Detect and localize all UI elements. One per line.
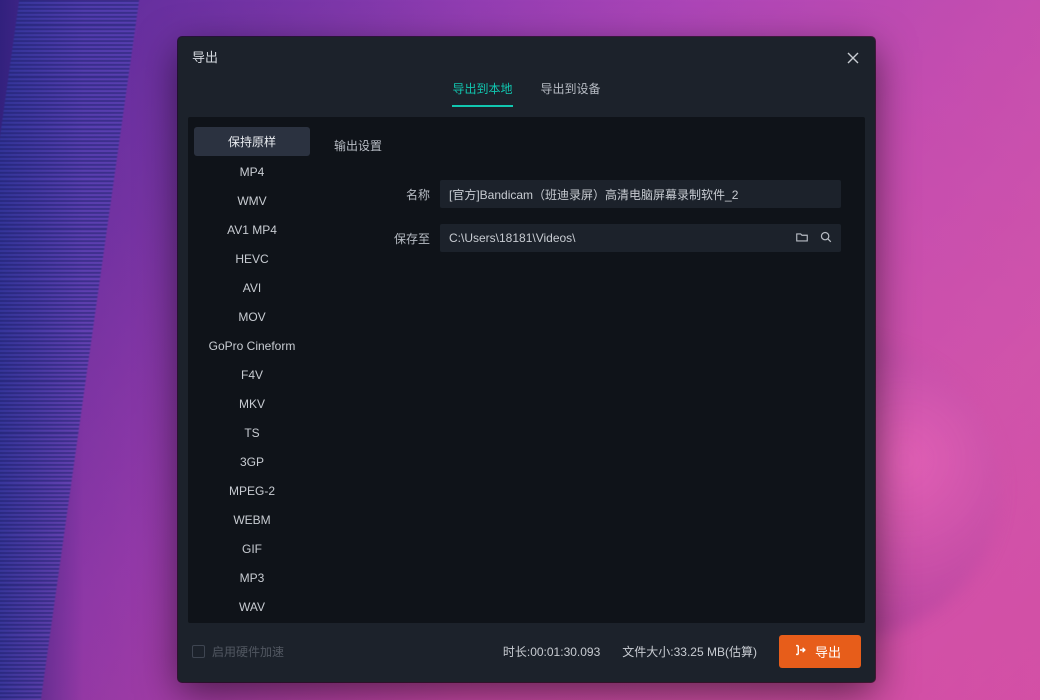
format-item-webm[interactable]: WEBM bbox=[194, 507, 310, 533]
open-location-button[interactable] bbox=[817, 229, 835, 247]
format-item-gif[interactable]: GIF bbox=[194, 536, 310, 562]
format-item-wav[interactable]: WAV bbox=[194, 594, 310, 620]
save-to-row: 保存至 bbox=[334, 224, 841, 252]
format-item-mp4[interactable]: MP4 bbox=[194, 159, 310, 185]
dialog-body: 保持原样 MP4 WMV AV1 MP4 HEVC AVI MOV GoPro … bbox=[188, 117, 865, 623]
duration-value: 00:01:30.093 bbox=[530, 645, 600, 659]
format-item-wmv[interactable]: WMV bbox=[194, 188, 310, 214]
close-icon bbox=[846, 51, 860, 68]
export-dialog: 导出 导出到本地 导出到设备 保持原样 MP4 WMV AV1 MP4 HEVC… bbox=[178, 37, 875, 682]
export-icon bbox=[793, 643, 807, 660]
format-item-avi[interactable]: AVI bbox=[194, 275, 310, 301]
save-to-label: 保存至 bbox=[334, 230, 430, 247]
format-item-mov[interactable]: MOV bbox=[194, 304, 310, 330]
format-item-gopro[interactable]: GoPro Cineform bbox=[194, 333, 310, 359]
dialog-footer: 启用硬件加速 时长:00:01:30.093 文件大小:33.25 MB(估算)… bbox=[178, 623, 875, 682]
folder-icon bbox=[795, 230, 809, 247]
duration-display: 时长:00:01:30.093 bbox=[503, 643, 600, 660]
dialog-header: 导出 导出到本地 导出到设备 bbox=[178, 37, 875, 107]
browse-folder-button[interactable] bbox=[793, 229, 811, 247]
format-item-hevc[interactable]: HEVC bbox=[194, 246, 310, 272]
format-item-keep-original[interactable]: 保持原样 bbox=[194, 127, 310, 156]
tab-export-device[interactable]: 导出到设备 bbox=[541, 80, 601, 107]
name-input[interactable] bbox=[440, 180, 841, 208]
export-button[interactable]: 导出 bbox=[779, 635, 861, 668]
format-item-f4v[interactable]: F4V bbox=[194, 362, 310, 388]
output-settings-title: 输出设置 bbox=[334, 137, 841, 154]
filesize-value: 33.25 MB(估算) bbox=[674, 645, 757, 659]
search-icon bbox=[819, 230, 833, 247]
export-button-label: 导出 bbox=[815, 642, 841, 661]
name-label: 名称 bbox=[334, 186, 430, 203]
tab-bar: 导出到本地 导出到设备 bbox=[192, 80, 861, 107]
hardware-accel-label: 启用硬件加速 bbox=[212, 643, 284, 660]
format-item-ts[interactable]: TS bbox=[194, 420, 310, 446]
format-item-av1mp4[interactable]: AV1 MP4 bbox=[194, 217, 310, 243]
name-row: 名称 bbox=[334, 180, 841, 208]
format-item-mkv[interactable]: MKV bbox=[194, 391, 310, 417]
dialog-title: 导出 bbox=[192, 47, 861, 66]
filesize-label: 文件大小: bbox=[622, 645, 673, 659]
hardware-accel-checkbox[interactable]: 启用硬件加速 bbox=[192, 643, 284, 660]
output-settings-panel: 输出设置 名称 保存至 bbox=[316, 117, 865, 623]
duration-label: 时长: bbox=[503, 645, 530, 659]
tab-export-local[interactable]: 导出到本地 bbox=[452, 80, 512, 107]
filesize-display: 文件大小:33.25 MB(估算) bbox=[622, 643, 757, 660]
format-item-mp3[interactable]: MP3 bbox=[194, 565, 310, 591]
close-button[interactable] bbox=[841, 47, 865, 71]
format-item-3gp[interactable]: 3GP bbox=[194, 449, 310, 475]
checkbox-box bbox=[192, 645, 205, 658]
format-list: 保持原样 MP4 WMV AV1 MP4 HEVC AVI MOV GoPro … bbox=[188, 117, 316, 623]
format-item-mpeg2[interactable]: MPEG-2 bbox=[194, 478, 310, 504]
save-to-input[interactable] bbox=[440, 224, 841, 252]
